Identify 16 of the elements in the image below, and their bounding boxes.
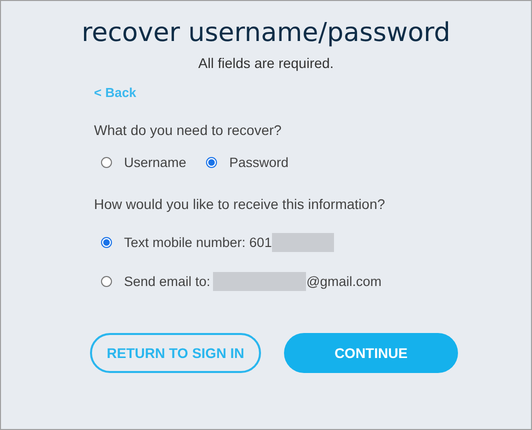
radio-button[interactable]: [101, 236, 112, 248]
radio-button[interactable]: [101, 276, 112, 286]
required-note: All fields are required.: [198, 55, 334, 71]
question-label: What do you need to recover?: [94, 122, 283, 138]
option-label: Username: [124, 155, 186, 170]
page-title: recover username/password: [82, 17, 450, 50]
radio-button[interactable]: [101, 157, 112, 168]
option-label: Send email to:: [124, 274, 210, 288]
option-label: Text mobile number: 601: [124, 234, 272, 250]
option-label: Password: [229, 155, 289, 170]
back-link[interactable]: < Back: [94, 85, 136, 100]
return-button[interactable]: RETURN TO SIGN IN: [90, 333, 261, 373]
email-domain: @gmail.com: [306, 274, 382, 288]
radio-button[interactable]: [206, 157, 218, 168]
question-label: How would you like to receive this information?: [94, 196, 386, 212]
continue-button[interactable]: CONTINUE: [284, 333, 458, 373]
